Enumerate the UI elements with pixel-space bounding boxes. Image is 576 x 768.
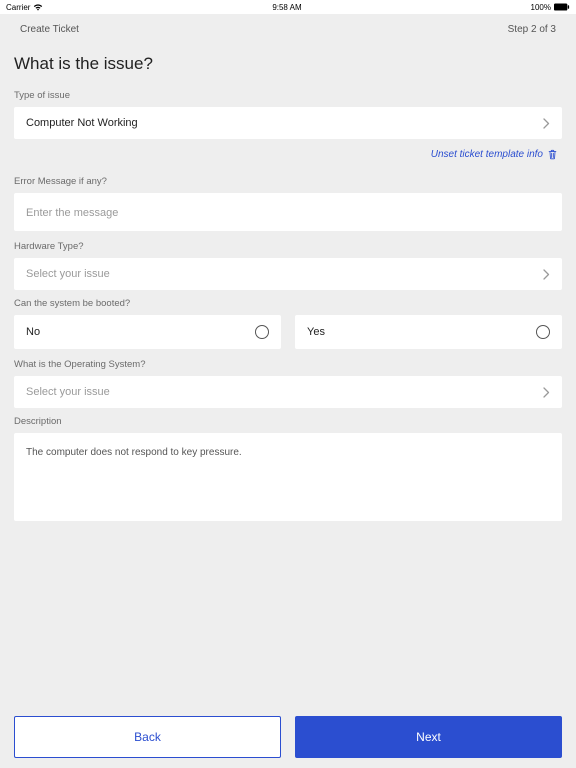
hardware-type-select[interactable]: Select your issue bbox=[14, 258, 562, 290]
chevron-right-icon bbox=[543, 118, 550, 129]
error-message-field[interactable] bbox=[14, 193, 562, 231]
battery-icon bbox=[554, 3, 570, 11]
header-title: Create Ticket bbox=[20, 24, 79, 35]
error-message-input[interactable] bbox=[26, 207, 550, 219]
chevron-right-icon bbox=[543, 269, 550, 280]
type-of-issue-label: Type of issue bbox=[14, 90, 562, 101]
booted-no-label: No bbox=[26, 326, 40, 338]
chevron-right-icon bbox=[543, 387, 550, 398]
error-message-label: Error Message if any? bbox=[14, 176, 562, 187]
wifi-icon bbox=[33, 3, 43, 11]
header: Create Ticket Step 2 of 3 bbox=[0, 14, 576, 44]
radio-icon bbox=[536, 325, 550, 339]
status-right: 100% bbox=[531, 3, 570, 12]
radio-icon bbox=[255, 325, 269, 339]
page-title: What is the issue? bbox=[14, 54, 562, 74]
description-label: Description bbox=[14, 416, 562, 427]
description-field[interactable]: The computer does not respond to key pre… bbox=[14, 433, 562, 521]
status-left: Carrier bbox=[6, 3, 43, 12]
content: What is the issue? Type of issue Compute… bbox=[0, 54, 576, 521]
trash-icon[interactable] bbox=[547, 149, 558, 160]
os-label: What is the Operating System? bbox=[14, 359, 562, 370]
description-text: The computer does not respond to key pre… bbox=[26, 445, 550, 460]
header-step: Step 2 of 3 bbox=[508, 24, 556, 35]
hardware-type-label: Hardware Type? bbox=[14, 241, 562, 252]
footer: Back Next bbox=[0, 716, 576, 758]
unset-row: Unset ticket template info bbox=[14, 147, 562, 170]
booted-option-no[interactable]: No bbox=[14, 315, 281, 349]
booted-yes-label: Yes bbox=[307, 326, 325, 338]
booted-option-yes[interactable]: Yes bbox=[295, 315, 562, 349]
carrier-label: Carrier bbox=[6, 3, 30, 12]
os-select[interactable]: Select your issue bbox=[14, 376, 562, 408]
hardware-type-placeholder: Select your issue bbox=[26, 268, 110, 280]
back-button[interactable]: Back bbox=[14, 716, 281, 758]
next-button[interactable]: Next bbox=[295, 716, 562, 758]
booted-radio-group: No Yes bbox=[14, 315, 562, 349]
status-time: 9:58 AM bbox=[272, 3, 301, 12]
type-of-issue-value: Computer Not Working bbox=[26, 117, 138, 129]
os-placeholder: Select your issue bbox=[26, 386, 110, 398]
unset-template-link[interactable]: Unset ticket template info bbox=[431, 149, 543, 160]
type-of-issue-select[interactable]: Computer Not Working bbox=[14, 107, 562, 139]
status-bar: Carrier 9:58 AM 100% bbox=[0, 0, 576, 14]
battery-label: 100% bbox=[531, 3, 551, 12]
booted-label: Can the system be booted? bbox=[14, 298, 562, 309]
